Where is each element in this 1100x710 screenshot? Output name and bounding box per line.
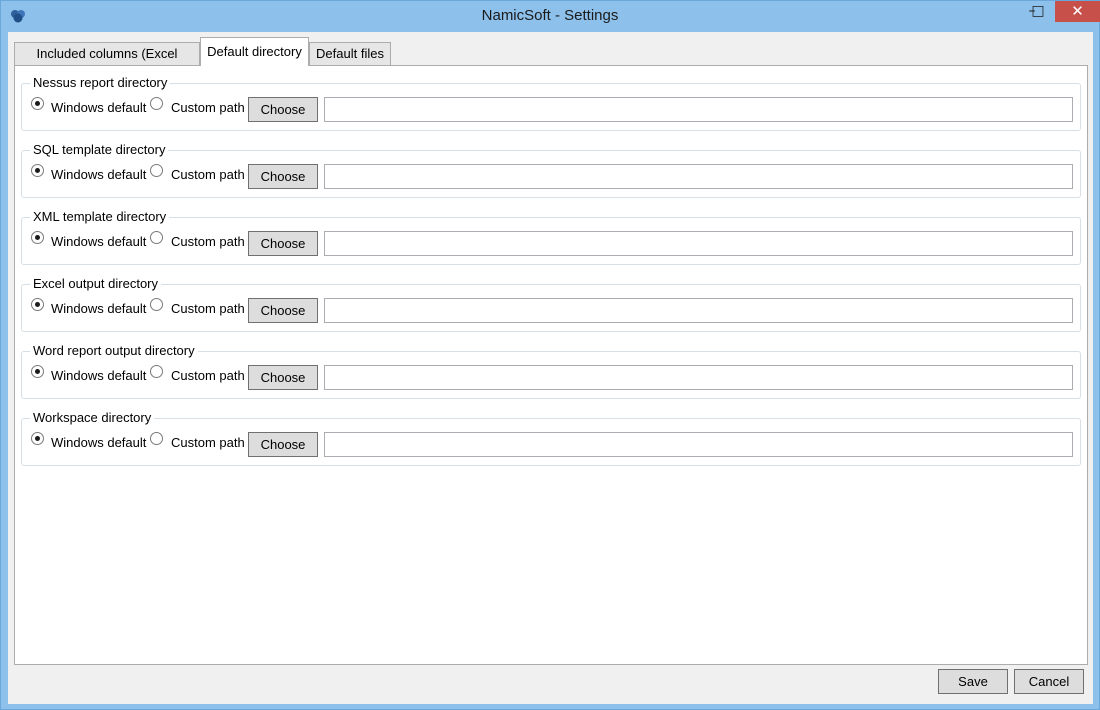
maximize-button[interactable]: □ bbox=[1025, 1, 1051, 22]
group-title: Excel output directory bbox=[30, 276, 162, 291]
windows-default-radio[interactable] bbox=[31, 231, 44, 244]
maximize-icon: □ bbox=[1031, 3, 1045, 19]
windows-default-label[interactable]: Windows default bbox=[51, 234, 146, 249]
path-input[interactable] bbox=[324, 298, 1073, 323]
group-title: Word report output directory bbox=[30, 343, 198, 358]
group-title: XML template directory bbox=[30, 209, 170, 224]
custom-path-label[interactable]: Custom path bbox=[171, 100, 245, 115]
choose-button[interactable]: Choose bbox=[248, 97, 318, 122]
group-workspace-directory: Workspace directory Windows default Cust… bbox=[21, 410, 1081, 466]
group-title: Nessus report directory bbox=[30, 75, 171, 90]
settings-window: NamicSoft - Settings – □ ✕ Included colu… bbox=[0, 0, 1100, 710]
window-title: NamicSoft - Settings bbox=[481, 7, 619, 24]
custom-path-radio[interactable] bbox=[150, 97, 163, 110]
choose-button[interactable]: Choose bbox=[248, 231, 318, 256]
choose-button[interactable]: Choose bbox=[248, 298, 318, 323]
group-title: SQL template directory bbox=[30, 142, 169, 157]
windows-default-radio[interactable] bbox=[31, 432, 44, 445]
tab-default-files[interactable]: Default files bbox=[309, 42, 391, 65]
windows-default-label[interactable]: Windows default bbox=[51, 100, 146, 115]
path-input[interactable] bbox=[324, 365, 1073, 390]
windows-default-label[interactable]: Windows default bbox=[51, 435, 146, 450]
custom-path-radio[interactable] bbox=[150, 365, 163, 378]
custom-path-label[interactable]: Custom path bbox=[171, 301, 245, 316]
group-title: Workspace directory bbox=[30, 410, 155, 425]
windows-default-radio[interactable] bbox=[31, 97, 44, 110]
choose-button[interactable]: Choose bbox=[248, 365, 318, 390]
custom-path-label[interactable]: Custom path bbox=[171, 167, 245, 182]
group-word-report-output-directory: Word report output directory Windows def… bbox=[21, 343, 1081, 399]
client-area: Included columns (Excel export) Default … bbox=[8, 32, 1093, 704]
choose-button[interactable]: Choose bbox=[248, 432, 318, 457]
path-input[interactable] bbox=[324, 164, 1073, 189]
windows-default-label[interactable]: Windows default bbox=[51, 167, 146, 182]
group-sql-template-directory: SQL template directory Windows default C… bbox=[21, 142, 1081, 198]
path-input[interactable] bbox=[324, 231, 1073, 256]
custom-path-label[interactable]: Custom path bbox=[171, 234, 245, 249]
custom-path-radio[interactable] bbox=[150, 298, 163, 311]
tab-panel-default-directory: Nessus report directory Windows default … bbox=[14, 65, 1088, 665]
path-input[interactable] bbox=[324, 97, 1073, 122]
windows-default-label[interactable]: Windows default bbox=[51, 368, 146, 383]
title-bar[interactable]: NamicSoft - Settings – □ ✕ bbox=[1, 1, 1100, 32]
custom-path-radio[interactable] bbox=[150, 164, 163, 177]
custom-path-label[interactable]: Custom path bbox=[171, 368, 245, 383]
custom-path-label[interactable]: Custom path bbox=[171, 435, 245, 450]
windows-default-radio[interactable] bbox=[31, 365, 44, 378]
group-excel-output-directory: Excel output directory Windows default C… bbox=[21, 276, 1081, 332]
windows-default-radio[interactable] bbox=[31, 164, 44, 177]
close-icon: ✕ bbox=[1071, 2, 1084, 20]
close-button[interactable]: ✕ bbox=[1055, 1, 1100, 22]
tab-default-directory[interactable]: Default directory bbox=[200, 37, 309, 66]
choose-button[interactable]: Choose bbox=[248, 164, 318, 189]
windows-default-label[interactable]: Windows default bbox=[51, 301, 146, 316]
group-xml-template-directory: XML template directory Windows default C… bbox=[21, 209, 1081, 265]
cancel-button[interactable]: Cancel bbox=[1014, 669, 1084, 694]
custom-path-radio[interactable] bbox=[150, 432, 163, 445]
tab-included-columns[interactable]: Included columns (Excel export) bbox=[14, 42, 200, 82]
save-button[interactable]: Save bbox=[938, 669, 1008, 694]
path-input[interactable] bbox=[324, 432, 1073, 457]
group-nessus-report-directory: Nessus report directory Windows default … bbox=[21, 75, 1081, 131]
windows-default-radio[interactable] bbox=[31, 298, 44, 311]
custom-path-radio[interactable] bbox=[150, 231, 163, 244]
